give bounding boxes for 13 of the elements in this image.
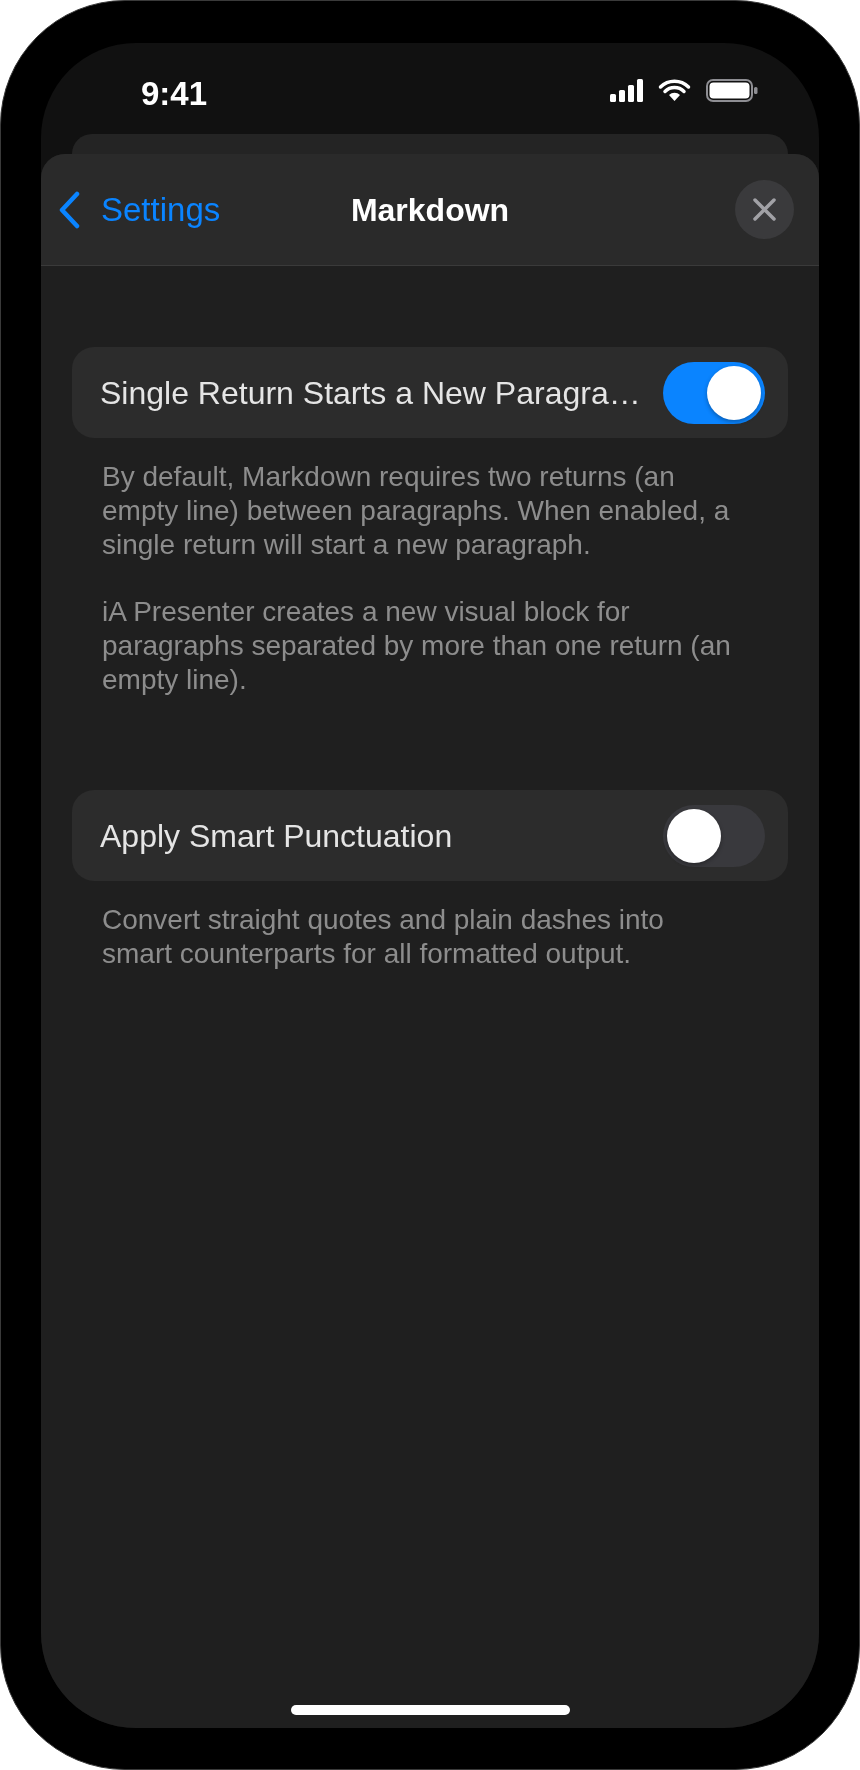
close-icon — [752, 197, 777, 222]
setting-description: Convert straight quotes and plain dashes into smart counterparts for all formatted output. — [102, 903, 665, 971]
signal-icon — [610, 78, 643, 102]
setting-label: Single Return Starts a New Paragra… — [100, 373, 641, 413]
setting-description: By default, Markdown requires two returns (an empty line) between paragraphs. When enabled, a single return will start a new paragraph. — [102, 460, 731, 562]
status-time: 9:41 — [141, 77, 208, 111]
setting-label: Apply Smart Punctuation — [100, 816, 453, 856]
screen-title: Markdown — [350, 190, 510, 230]
battery-icon — [706, 78, 758, 102]
chevron-left-icon — [57, 190, 81, 229]
setting-description: iA Presenter creates a new visual block for paragraphs separated by more than one return (an empty line). — [102, 595, 732, 697]
back-button[interactable]: Settings — [57, 189, 221, 230]
wifi-icon — [658, 78, 691, 102]
